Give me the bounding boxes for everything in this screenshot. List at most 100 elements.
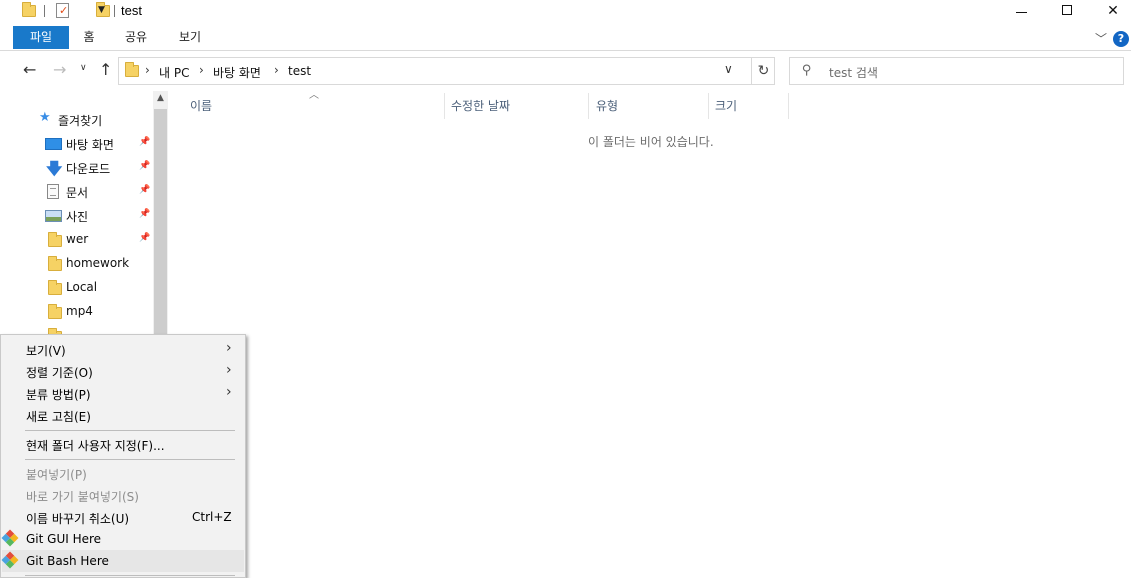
address-bar[interactable]: › 내 PC › 바탕 화면 › test ∨ ↻ — [118, 57, 775, 85]
menu-separator — [25, 459, 235, 460]
menu-item-label: 이름 바꾸기 취소(U) — [26, 512, 130, 526]
chevron-down-icon[interactable]: ∨ — [724, 62, 733, 76]
maximize-button[interactable] — [1044, 0, 1090, 24]
menu-separator — [25, 430, 235, 431]
sidebar-item-label: 다운로드 — [66, 162, 111, 176]
menu-item-label: 현재 폴더 사용자 지정(F)... — [26, 439, 165, 453]
pin-icon[interactable]: 📌 — [139, 161, 150, 171]
column-divider[interactable] — [444, 93, 445, 119]
expand-ribbon-icon[interactable]: ﹀ — [1095, 30, 1107, 47]
close-icon: ✕ — [1107, 3, 1119, 19]
close-button[interactable]: ✕ — [1090, 0, 1131, 24]
navigation-bar: ← → ∨ ↑ › 내 PC › 바탕 화면 › test ∨ ↻ ⚲ test… — [0, 51, 1131, 91]
divider — [44, 5, 45, 17]
git-icon — [1, 529, 19, 547]
column-divider[interactable] — [708, 93, 709, 119]
menu-item-shortcut: Ctrl+Z — [192, 510, 232, 524]
menu-item-label: 바로 가기 붙여넣기(S) — [26, 490, 139, 504]
folder-icon — [48, 256, 62, 271]
sidebar-item-documents[interactable]: 문서 📌 — [13, 181, 153, 203]
recent-locations-icon[interactable]: ∨ — [80, 63, 87, 73]
sidebar-item-label: 바탕 화면 — [66, 138, 114, 152]
column-divider[interactable] — [588, 93, 589, 119]
ribbon-tabs: 파일 홈 공유 보기 ﹀ ? — [0, 24, 1131, 51]
menu-item-customize-folder[interactable]: 현재 폴더 사용자 지정(F)... — [2, 433, 244, 455]
menu-item-refresh[interactable]: 새로 고침(E) — [2, 404, 244, 426]
menu-item-view[interactable]: 보기(V) › — [2, 338, 244, 360]
sidebar-item-pictures[interactable]: 사진 📌 — [13, 205, 153, 227]
pin-icon[interactable]: 📌 — [139, 137, 150, 147]
chevron-right-icon: › — [226, 384, 232, 400]
breadcrumb-this-pc[interactable]: 내 PC — [159, 64, 189, 81]
sidebar-item-label: mp4 — [66, 304, 93, 318]
file-explorer-window: ✓ ▼ test ✕ 파일 홈 공유 보기 ﹀ ? ← → ∨ ↑ › 내 PC… — [0, 0, 1131, 578]
menu-item-label: Git Bash Here — [26, 554, 109, 568]
menu-item-label: 정렬 기준(O) — [26, 366, 93, 380]
folder-icon — [48, 232, 62, 247]
column-header-type[interactable]: 유형 — [596, 97, 618, 114]
help-icon[interactable]: ? — [1113, 31, 1129, 47]
sidebar-item-label: 문서 — [66, 186, 89, 200]
pictures-icon — [45, 210, 62, 222]
sidebar-item-label: 사진 — [66, 210, 89, 224]
up-icon[interactable]: ↑ — [99, 60, 112, 79]
refresh-icon[interactable]: ↻ — [751, 57, 775, 85]
column-header-size[interactable]: 크기 — [715, 97, 737, 114]
customize-toolbar-icon[interactable]: ▼ — [98, 5, 105, 15]
sidebar-item-wer[interactable]: wer 📌 — [13, 229, 153, 251]
git-icon — [1, 551, 19, 569]
folder-icon — [22, 2, 36, 17]
sidebar-item-downloads[interactable]: 🡇 다운로드 📌 — [13, 157, 153, 179]
pin-icon[interactable]: 📌 — [139, 185, 150, 195]
menu-item-paste: 붙여넣기(P) — [2, 462, 244, 484]
sidebar-item-mp4[interactable]: mp4 — [13, 301, 153, 323]
scroll-up-icon[interactable]: ▲ — [153, 93, 168, 107]
breadcrumb-test[interactable]: test — [288, 64, 311, 78]
sidebar-item-local[interactable]: Local — [13, 277, 153, 299]
chevron-right-icon[interactable]: › — [274, 63, 279, 77]
minimize-icon — [1016, 12, 1027, 13]
menu-item-git-gui[interactable]: Git GUI Here — [1, 528, 244, 550]
empty-folder-message: 이 폴더는 비어 있습니다. — [588, 135, 714, 149]
desktop-icon — [45, 138, 62, 150]
minimize-button[interactable] — [999, 0, 1045, 24]
tab-home[interactable]: 홈 — [76, 26, 102, 49]
tab-view[interactable]: 보기 — [172, 26, 208, 49]
folder-icon — [48, 304, 62, 319]
title-bar: ✓ ▼ test ✕ — [0, 0, 1131, 24]
menu-separator — [25, 575, 235, 576]
star-icon: ★ — [39, 110, 51, 125]
column-header-date-modified[interactable]: 수정한 날짜 — [451, 97, 510, 114]
tab-share[interactable]: 공유 — [118, 26, 154, 49]
column-divider[interactable] — [788, 93, 789, 119]
sidebar-item-quick-access[interactable]: ★ 즐겨찾기 — [13, 109, 153, 131]
menu-item-label: 붙여넣기(P) — [26, 468, 87, 482]
sort-ascending-icon: ︿ — [309, 90, 319, 101]
chevron-right-icon[interactable]: › — [145, 63, 150, 77]
pin-icon[interactable]: 📌 — [139, 233, 150, 243]
tab-file[interactable]: 파일 — [13, 26, 69, 49]
document-icon — [47, 184, 59, 199]
column-header-name[interactable]: 이름 — [190, 97, 212, 114]
menu-item-undo-rename[interactable]: 이름 바꾸기 취소(U) Ctrl+Z — [2, 506, 244, 528]
divider — [114, 5, 115, 17]
properties-icon[interactable]: ✓ — [56, 3, 69, 18]
search-input[interactable]: test 검색 — [829, 64, 878, 81]
sidebar-item-desktop[interactable]: 바탕 화면 📌 — [13, 133, 153, 155]
menu-item-label: Git GUI Here — [26, 532, 102, 546]
menu-item-git-bash[interactable]: Git Bash Here — [1, 550, 244, 572]
back-icon[interactable]: ← — [23, 60, 36, 79]
forward-icon[interactable]: → — [53, 60, 66, 79]
sidebar-item-homework[interactable]: homework — [13, 253, 153, 275]
menu-item-paste-shortcut: 바로 가기 붙여넣기(S) — [2, 484, 244, 506]
menu-item-group-by[interactable]: 분류 방법(P) › — [2, 382, 244, 404]
search-icon: ⚲ — [802, 63, 812, 78]
menu-item-sort-by[interactable]: 정렬 기준(O) › — [2, 360, 244, 382]
folder-icon — [125, 62, 139, 77]
folder-icon — [48, 280, 62, 295]
breadcrumb-desktop[interactable]: 바탕 화면 — [213, 64, 261, 81]
pin-icon[interactable]: 📌 — [139, 209, 150, 219]
chevron-right-icon: › — [226, 340, 232, 356]
search-box[interactable]: ⚲ test 검색 — [789, 57, 1124, 85]
chevron-right-icon[interactable]: › — [199, 63, 204, 77]
